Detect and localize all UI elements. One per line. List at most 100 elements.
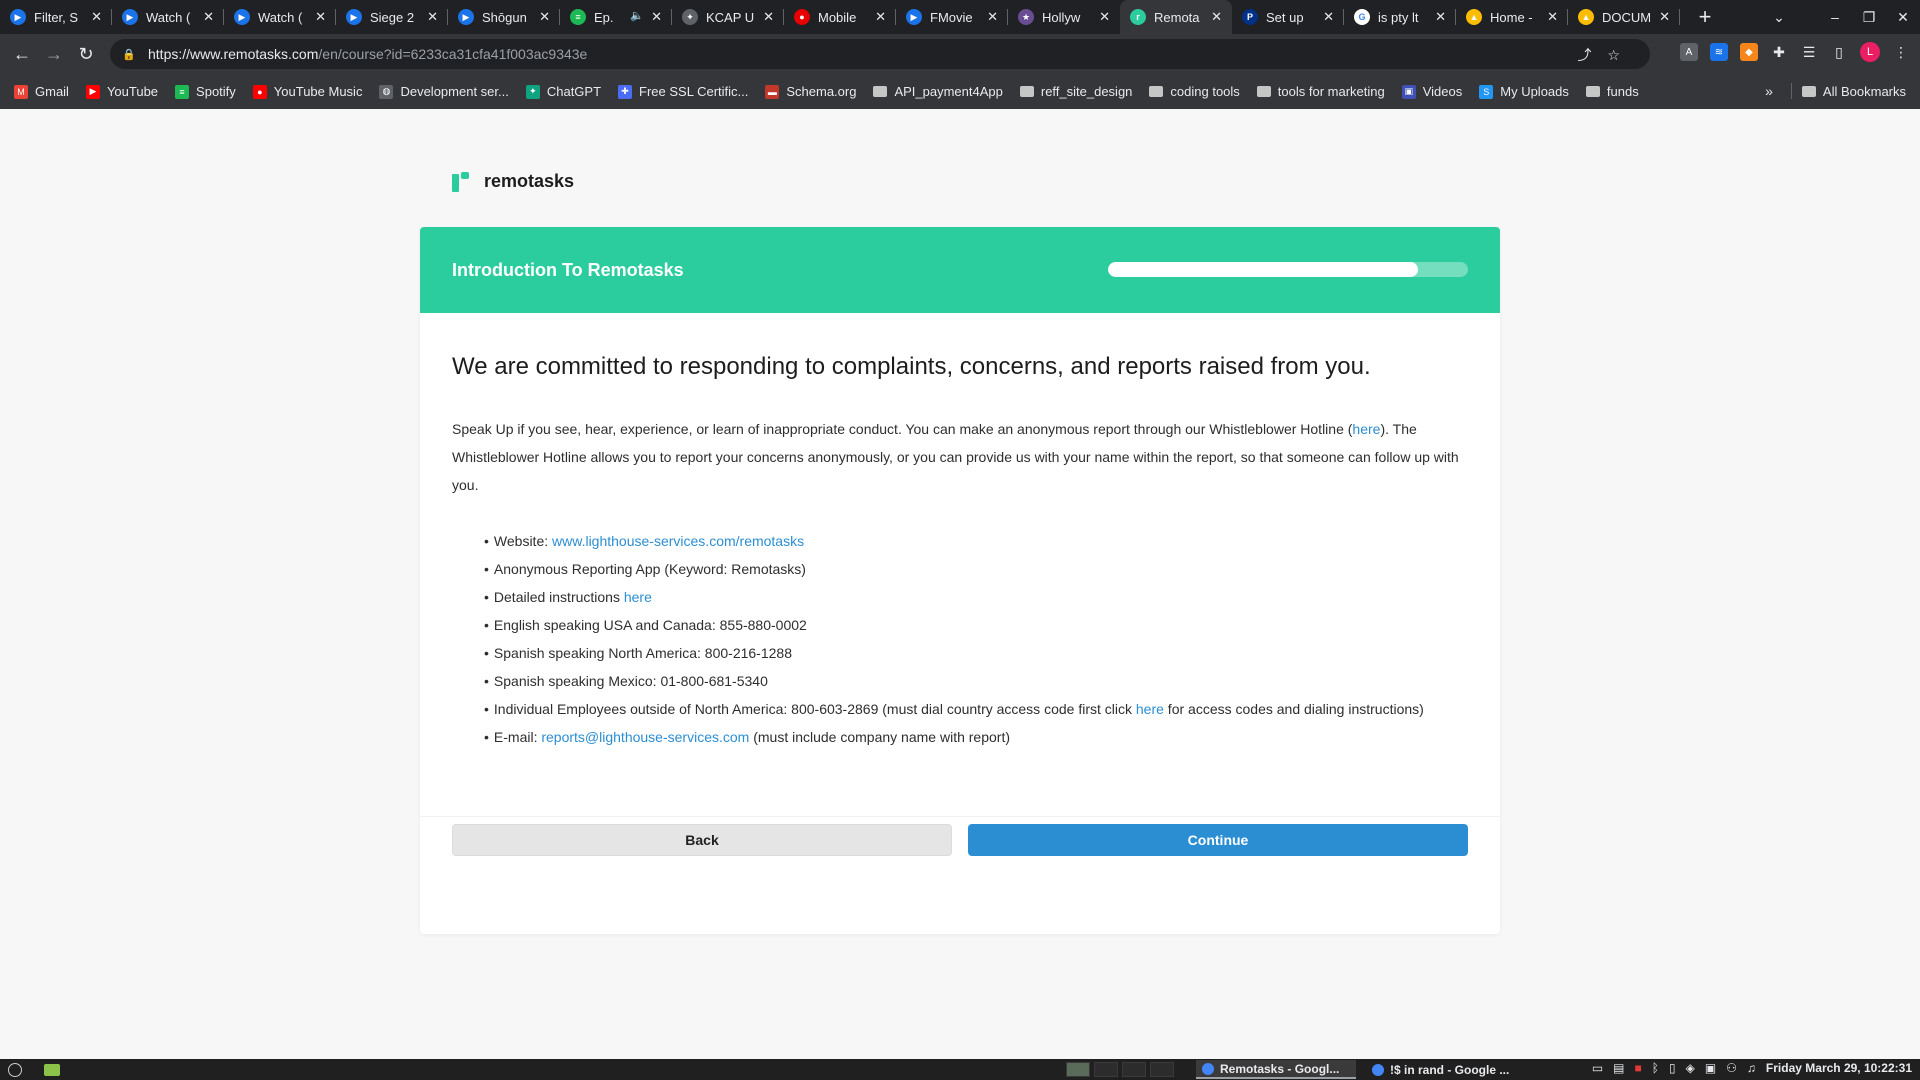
tab-close-icon[interactable]: ✕ bbox=[987, 9, 998, 25]
reading-list-icon[interactable]: ☰ bbox=[1800, 43, 1818, 61]
antivirus-icon[interactable]: ■ bbox=[1635, 1061, 1642, 1075]
tab-close-icon[interactable]: ✕ bbox=[427, 9, 438, 25]
files-icon[interactable] bbox=[44, 1063, 60, 1076]
translate-extension-icon[interactable]: A bbox=[1680, 43, 1698, 61]
tab-close-icon[interactable]: ✕ bbox=[539, 9, 550, 25]
network-icon[interactable]: ⚇ bbox=[1726, 1061, 1737, 1075]
bookmark-item[interactable]: API_payment4App bbox=[873, 84, 1003, 99]
address-bar[interactable]: 🔒 https://www.remotasks.com/en/course?id… bbox=[110, 39, 1650, 69]
email-link[interactable]: reports@lighthouse-services.com bbox=[541, 729, 749, 745]
tab-close-icon[interactable]: ✕ bbox=[203, 9, 214, 25]
workspace-1[interactable] bbox=[1066, 1062, 1090, 1077]
browser-tab[interactable]: ▶ FMovie ✕ bbox=[896, 0, 1008, 34]
browser-tab[interactable]: ▲ Home - ✕ bbox=[1456, 0, 1568, 34]
clipboard-icon[interactable]: ▯ bbox=[1669, 1061, 1676, 1075]
menu-kebab-icon[interactable]: ⋮ bbox=[1892, 43, 1910, 61]
remotasks-logo[interactable]: remotasks bbox=[452, 171, 574, 192]
workspace-3[interactable] bbox=[1122, 1062, 1146, 1077]
workspace-4[interactable] bbox=[1150, 1062, 1174, 1077]
taskbar-task-chrome-1[interactable]: Remotasks - Googl... bbox=[1196, 1060, 1356, 1079]
tab-close-icon[interactable]: ✕ bbox=[651, 9, 662, 25]
bookmark-item[interactable]: reff_site_design bbox=[1019, 84, 1132, 99]
access-codes-here-link[interactable]: here bbox=[1136, 701, 1164, 717]
layers-extension-icon[interactable]: ≋ bbox=[1710, 43, 1728, 61]
browser-tab[interactable]: P Set up ✕ bbox=[1232, 0, 1344, 34]
shield-icon[interactable]: ◈ bbox=[1686, 1061, 1695, 1075]
tab-close-icon[interactable]: ✕ bbox=[1435, 9, 1446, 25]
screen-icon[interactable]: ▭ bbox=[1592, 1061, 1603, 1075]
footer-divider bbox=[420, 816, 1500, 817]
forward-nav-icon[interactable]: → bbox=[38, 44, 70, 65]
taskbar-task-chrome-2[interactable]: !$ in rand - Google ... bbox=[1366, 1060, 1526, 1079]
workspace-2[interactable] bbox=[1094, 1062, 1118, 1077]
browser-tab[interactable]: ✦ KCAP U ✕ bbox=[672, 0, 784, 34]
bookmark-item[interactable]: tools for marketing bbox=[1256, 84, 1385, 99]
course-progress-fill bbox=[1108, 262, 1418, 277]
bookmark-item[interactable]: ✚ Free SSL Certific... bbox=[618, 84, 748, 99]
bookmark-item[interactable]: ▶ YouTube bbox=[85, 84, 158, 99]
bookmark-item[interactable]: coding tools bbox=[1149, 84, 1240, 99]
browser-tab[interactable]: Gis pty lt ✕ bbox=[1344, 0, 1456, 34]
back-nav-icon[interactable]: ← bbox=[6, 44, 38, 65]
tab-close-icon[interactable]: ✕ bbox=[763, 9, 774, 25]
browser-tab[interactable]: ▶ Siege 2 ✕ bbox=[336, 0, 448, 34]
url-path: /en/course?id=6233ca31cfa41f003ac9343e bbox=[318, 46, 588, 62]
volume-icon[interactable]: ♫ bbox=[1747, 1061, 1756, 1075]
close-window-icon[interactable]: ✕ bbox=[1886, 9, 1920, 26]
trash-icon[interactable]: ▤ bbox=[1613, 1061, 1624, 1075]
browser-tab[interactable]: ★ Hollyw ✕ bbox=[1008, 0, 1120, 34]
back-button[interactable]: Back bbox=[452, 824, 952, 856]
update-icon[interactable]: ▣ bbox=[1705, 1061, 1716, 1075]
tab-audio-icon[interactable]: 🔈 bbox=[630, 9, 644, 22]
share-bookmark-icons[interactable]: ⤴☆ bbox=[1577, 45, 1636, 65]
side-panel-icon[interactable]: ▯ bbox=[1830, 43, 1848, 61]
minimize-icon[interactable]: – bbox=[1818, 9, 1852, 25]
start-menu-icon[interactable] bbox=[8, 1062, 22, 1077]
bookmark-item[interactable]: ● YouTube Music bbox=[252, 84, 362, 99]
all-bookmarks-button[interactable]: All Bookmarks bbox=[1823, 84, 1906, 99]
hotline-here-link[interactable]: here bbox=[1352, 421, 1380, 437]
new-tab-button[interactable]: + bbox=[1690, 4, 1720, 30]
bookmark-item[interactable]: funds bbox=[1585, 84, 1639, 99]
bookmark-item[interactable]: ◍ Development ser... bbox=[379, 84, 509, 99]
tab-close-icon[interactable]: ✕ bbox=[1323, 9, 1334, 25]
bookmark-item[interactable]: ▬ Schema.org bbox=[765, 84, 856, 99]
taskbar-clock[interactable]: Friday March 29, 10:22:31 bbox=[1766, 1061, 1912, 1075]
profile-avatar[interactable]: L bbox=[1860, 42, 1880, 62]
browser-tab[interactable]: r Remota ✕ bbox=[1120, 0, 1232, 34]
instructions-here-link[interactable]: here bbox=[624, 589, 652, 605]
tab-separator bbox=[1679, 9, 1680, 25]
reload-icon[interactable]: ↻ bbox=[70, 44, 102, 65]
tab-close-icon[interactable]: ✕ bbox=[1659, 9, 1670, 25]
browser-tab[interactable]: ▶ Watch (✕ bbox=[112, 0, 224, 34]
bookmark-item[interactable]: ▣ Videos bbox=[1401, 84, 1462, 99]
maximize-icon[interactable]: ❐ bbox=[1852, 9, 1886, 26]
extensions-puzzle-icon[interactable]: ✚ bbox=[1770, 43, 1788, 61]
browser-tab[interactable]: ≡ Ep. ✕ 🔈 bbox=[560, 0, 672, 34]
tab-close-icon[interactable]: ✕ bbox=[1211, 9, 1222, 25]
browser-tab[interactable]: ▲ DOCUM ✕ bbox=[1568, 0, 1680, 34]
tab-close-icon[interactable]: ✕ bbox=[315, 9, 326, 25]
browser-tab[interactable]: ▶ Filter, S ✕ bbox=[0, 0, 112, 34]
bookmark-item[interactable]: ≡ Spotify bbox=[175, 84, 236, 99]
remotasks-logo-icon bbox=[452, 171, 470, 192]
browser-tab[interactable]: ▶ Watch (✕ bbox=[224, 0, 336, 34]
tab-close-icon[interactable]: ✕ bbox=[875, 9, 886, 25]
bookmark-item[interactable]: M Gmail bbox=[14, 84, 69, 99]
browser-tab[interactable]: ● Mobile ✕ bbox=[784, 0, 896, 34]
tab-close-icon[interactable]: ✕ bbox=[91, 9, 102, 25]
continue-button[interactable]: Continue bbox=[968, 824, 1468, 856]
tab-search-icon[interactable]: ⌄ bbox=[1762, 9, 1796, 26]
bookmarks-overflow-icon[interactable]: » bbox=[1765, 83, 1773, 99]
browser-tab[interactable]: ▶ Shōgun ✕ bbox=[448, 0, 560, 34]
metamask-extension-icon[interactable]: ◆ bbox=[1740, 43, 1758, 61]
bookmark-label: Spotify bbox=[196, 84, 236, 99]
bookmark-item[interactable]: ✦ ChatGPT bbox=[525, 84, 601, 99]
bluetooth-icon[interactable]: ᛒ bbox=[1652, 1061, 1659, 1075]
bookmark-item[interactable]: S My Uploads bbox=[1479, 84, 1569, 99]
website-link[interactable]: www.lighthouse-services.com/remotasks bbox=[552, 533, 804, 549]
tab-close-icon[interactable]: ✕ bbox=[1547, 9, 1558, 25]
tab-close-icon[interactable]: ✕ bbox=[1099, 9, 1110, 25]
globe-icon: ◍ bbox=[379, 84, 394, 99]
url-text[interactable]: https://www.remotasks.com/en/course?id=6… bbox=[148, 46, 587, 62]
